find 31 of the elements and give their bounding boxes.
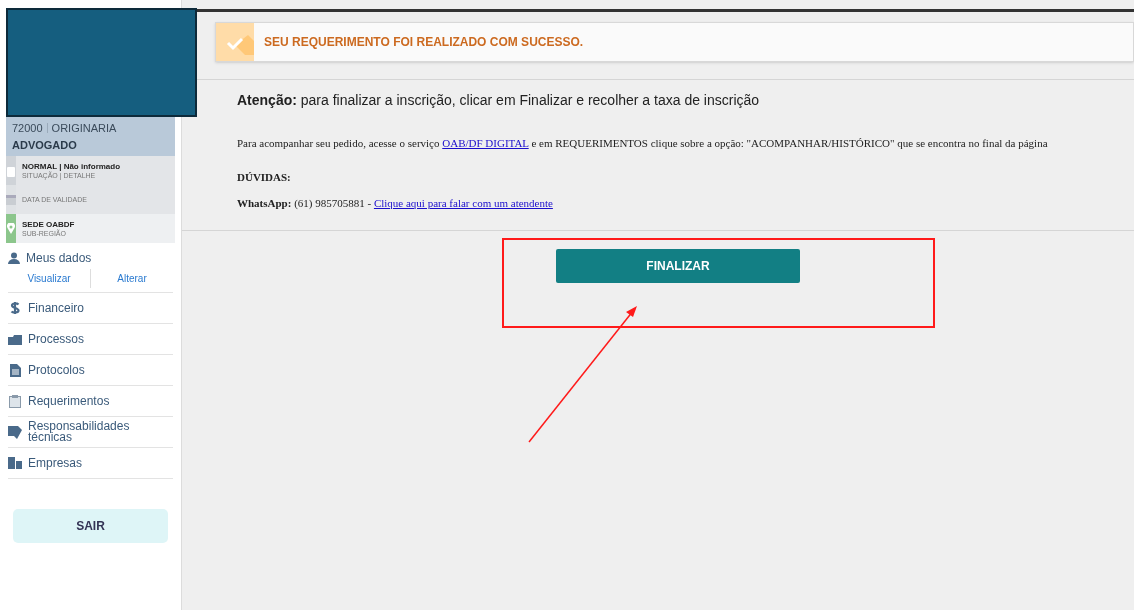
service-link[interactable]: OAB/DF DIGITAL: [442, 137, 529, 149]
logout-button[interactable]: SAIR: [13, 509, 168, 543]
questions-heading: DÚVIDAS:: [237, 169, 292, 185]
menu-item[interactable]: Responsabilidades técnicas: [8, 417, 173, 448]
notice-heading: Atenção: para finalizar a inscrição, clicar em Finalizar e recolher a taxa de inscrição: [237, 91, 761, 110]
whatsapp-text: WhatsApp: (61) 985705881 - Clique aqui para falar com um atendente: [237, 196, 554, 211]
check-icon: [216, 23, 254, 61]
menu-item[interactable]: Empresas: [8, 448, 173, 479]
profile-role: ADVOGADO: [12, 137, 78, 153]
follow-text: Para acompanhar seu pedido, acesse o serviço OAB/DF DIGITAL e em REQUERIMENTOS clique sobre a opção: "ACOMPANHAR/HISTÓRICO" que se encontra no final da página: [237, 136, 1049, 151]
dollar-icon: [10, 301, 20, 315]
info-title: SEDE OABDF: [22, 219, 75, 229]
registration-type: ORIGINARIA: [51, 121, 117, 136]
user-icon: [8, 252, 20, 264]
success-alert: SEU REQUERIMENTO FOI REALIZADO COM SUCESSO.: [215, 22, 1134, 62]
menu-item[interactable]: Requerimentos: [8, 386, 173, 417]
menu-heading: Meus dados: [26, 250, 92, 267]
menu-link[interactable]: Visualizar: [27, 269, 71, 288]
folder-icon: [8, 333, 22, 345]
menu-item[interactable]: Processos: [8, 324, 173, 355]
document-icon: [9, 363, 21, 377]
clipboard-icon: [9, 394, 21, 408]
finalize-button[interactable]: FINALIZAR: [556, 248, 800, 283]
calendar-icon: [6, 194, 16, 205]
building-icon: [8, 457, 22, 469]
menu-item[interactable]: Protocolos: [8, 355, 173, 386]
menu-link[interactable]: Alterar: [117, 269, 147, 288]
registration-number: 72000: [12, 121, 43, 136]
menu-item[interactable]: Financeiro: [8, 293, 173, 324]
info-title: NORMAL | Não informado: [22, 161, 121, 171]
chat-link[interactable]: Clique aqui para falar com um atendente: [373, 197, 553, 209]
